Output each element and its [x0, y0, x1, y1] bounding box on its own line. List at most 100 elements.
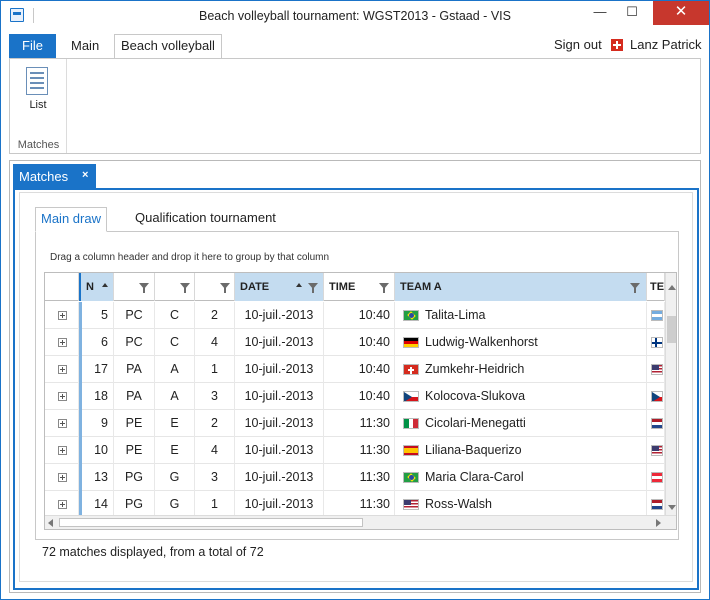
filter-icon[interactable]	[308, 283, 318, 293]
team-a-cell: Zumkehr-Heidrich	[395, 356, 647, 383]
document-tab-matches[interactable]: Matches ×	[13, 164, 96, 188]
country-flag-icon	[651, 310, 663, 321]
header-team-b[interactable]: TEA	[647, 273, 665, 301]
team-a-name: Ross-Walsh	[425, 497, 492, 511]
date-cell: 10-juil.-2013	[235, 302, 324, 329]
category-cell: PE	[114, 410, 155, 437]
round-cell: 1	[195, 491, 235, 515]
close-button[interactable]: ✕	[653, 1, 709, 25]
vertical-scroll-thumb[interactable]	[667, 316, 676, 343]
time-cell: 10:40	[324, 383, 395, 410]
team-b-cell	[647, 383, 665, 410]
team-a-cell: Talita-Lima	[395, 302, 647, 329]
header-round[interactable]	[195, 273, 235, 301]
app-window: Beach volleyball tournament: WGST2013 - …	[0, 0, 710, 600]
team-a-cell: Ross-Walsh	[395, 491, 647, 515]
filter-icon[interactable]	[180, 283, 190, 293]
category-cell: PA	[114, 356, 155, 383]
horizontal-scrollbar[interactable]	[45, 515, 676, 529]
scroll-up-icon[interactable]	[668, 285, 676, 290]
expand-row-icon[interactable]	[58, 365, 67, 374]
swiss-flag-icon	[611, 39, 623, 51]
table-row[interactable]: 14 PG G 1 10-juil.-2013 11:30 Ross-Walsh	[45, 491, 665, 515]
sign-out-link[interactable]: Sign out	[554, 37, 602, 52]
team-a-name: Zumkehr-Heidrich	[425, 362, 525, 376]
main-draw-panel: Drag a column header and drop it here to…	[35, 231, 679, 540]
expand-row-icon[interactable]	[58, 473, 67, 482]
country-flag-icon	[651, 445, 663, 456]
country-flag-icon	[651, 472, 663, 483]
scroll-down-icon[interactable]	[668, 505, 676, 510]
header-time[interactable]: TIME	[324, 273, 395, 301]
header-category[interactable]	[114, 273, 155, 301]
expand-row-icon[interactable]	[58, 500, 67, 509]
tab-main[interactable]: Main	[64, 34, 106, 58]
expand-row-icon[interactable]	[58, 419, 67, 428]
minimize-button[interactable]: —	[585, 1, 615, 25]
tab-main-draw[interactable]: Main draw	[35, 207, 107, 232]
round-cell: 3	[195, 464, 235, 491]
ribbon-panel: List Matches	[9, 58, 701, 154]
close-tab-icon[interactable]: ×	[82, 169, 88, 181]
tab-qualification-tournament[interactable]: Qualification tournament	[129, 207, 282, 230]
expand-row-icon[interactable]	[58, 338, 67, 347]
expand-row-icon[interactable]	[58, 446, 67, 455]
header-date[interactable]: DATE	[235, 273, 324, 301]
round-cell: 2	[195, 410, 235, 437]
pool-cell: E	[155, 437, 195, 464]
team-b-cell	[647, 464, 665, 491]
header-team-a-label: TEAM A	[400, 281, 442, 293]
tab-beach-volleyball[interactable]: Beach volleyball	[114, 34, 222, 59]
match-number-cell: 10	[79, 437, 114, 464]
header-pool[interactable]	[155, 273, 195, 301]
filter-icon[interactable]	[379, 283, 389, 293]
pool-cell: C	[155, 302, 195, 329]
table-row[interactable]: 18 PA A 3 10-juil.-2013 10:40 Kolocova-Slukova	[45, 383, 665, 410]
country-flag-icon	[403, 310, 419, 321]
match-number-cell: 18	[79, 383, 114, 410]
filter-icon[interactable]	[139, 283, 149, 293]
table-row[interactable]: 6 PC C 4 10-juil.-2013 10:40 Ludwig-Walkenhors…	[45, 329, 665, 356]
table-row[interactable]: 10 PE E 4 10-juil.-2013 11:30 Liliana-Baqueriz…	[45, 437, 665, 464]
pool-cell: A	[155, 383, 195, 410]
user-name[interactable]: Lanz Patrick	[630, 37, 702, 52]
list-button[interactable]: List	[16, 65, 60, 117]
filter-icon[interactable]	[630, 283, 640, 293]
match-number-cell: 6	[79, 329, 114, 356]
document-tab-label: Matches	[19, 169, 69, 184]
expand-row-icon[interactable]	[58, 311, 67, 320]
vertical-scrollbar-top[interactable]	[665, 273, 676, 302]
date-cell: 10-juil.-2013	[235, 329, 324, 356]
round-cell: 2	[195, 302, 235, 329]
horizontal-scroll-thumb[interactable]	[59, 518, 363, 527]
team-a-cell: Liliana-Baquerizo	[395, 437, 647, 464]
team-a-name: Liliana-Baquerizo	[425, 443, 522, 457]
time-cell: 10:40	[324, 302, 395, 329]
header-team-b-label: TEA	[650, 281, 665, 293]
header-number[interactable]: N	[79, 273, 114, 301]
table-row[interactable]: 5 PC C 2 10-juil.-2013 10:40 Talita-Lima	[45, 302, 665, 329]
scroll-left-icon[interactable]	[48, 519, 53, 527]
expand-cell	[45, 329, 79, 356]
tab-file[interactable]: File	[9, 34, 56, 58]
maximize-button[interactable]: ☐	[617, 1, 647, 25]
grid-header: N DATE TIME TEAM A TE	[45, 273, 676, 301]
match-number-cell: 14	[79, 491, 114, 515]
scroll-right-icon[interactable]	[656, 519, 661, 527]
document-content: Main draw Qualification tournament Drag …	[19, 192, 693, 582]
country-flag-icon	[403, 418, 419, 429]
expand-cell	[45, 491, 79, 515]
group-by-hint[interactable]: Drag a column header and drop it here to…	[50, 252, 329, 263]
filter-icon[interactable]	[220, 283, 230, 293]
table-row[interactable]: 9 PE E 2 10-juil.-2013 11:30 Cicolari-Menegatt…	[45, 410, 665, 437]
team-b-cell	[647, 491, 665, 515]
table-row[interactable]: 17 PA A 1 10-juil.-2013 10:40 Zumkehr-Heidrich	[45, 356, 665, 383]
round-cell: 4	[195, 329, 235, 356]
expand-row-icon[interactable]	[58, 392, 67, 401]
pool-cell: A	[155, 356, 195, 383]
team-a-cell: Ludwig-Walkenhorst	[395, 329, 647, 356]
vertical-scrollbar[interactable]	[665, 302, 676, 515]
table-row[interactable]: 13 PG G 3 10-juil.-2013 11:30 Maria Clara-Caro…	[45, 464, 665, 491]
header-team-a[interactable]: TEAM A	[395, 273, 647, 301]
date-cell: 10-juil.-2013	[235, 437, 324, 464]
